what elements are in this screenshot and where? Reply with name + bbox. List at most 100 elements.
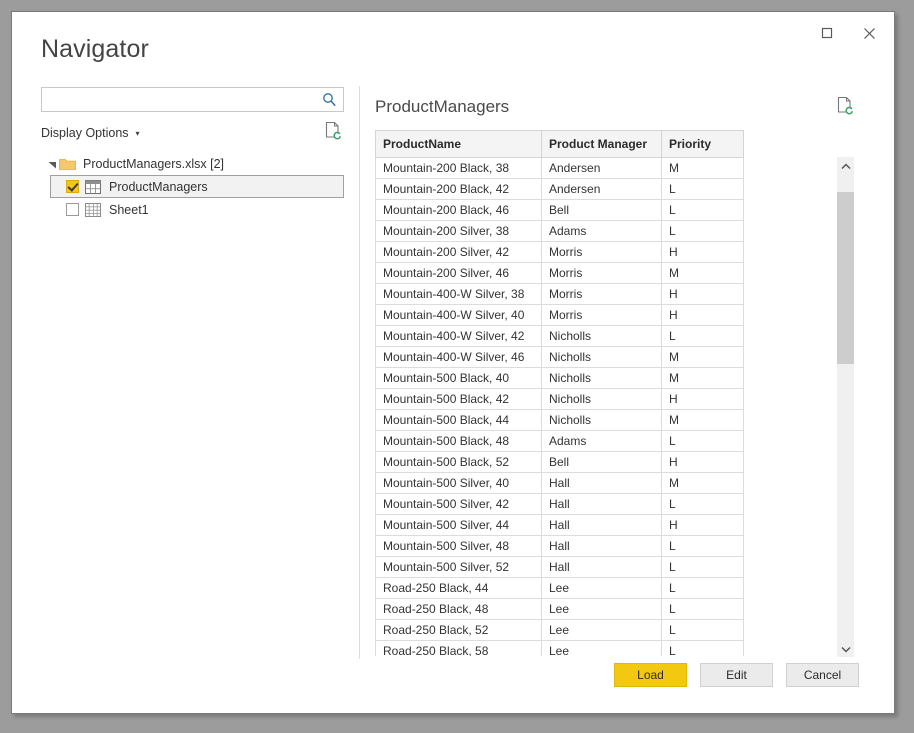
table-cell: M <box>662 473 744 494</box>
maximize-button[interactable] <box>806 18 848 48</box>
table-row[interactable]: Mountain-200 Silver, 42MorrisH <box>376 242 744 263</box>
screen: Navigator Display Options ▾ <box>0 0 914 733</box>
table-cell: Mountain-500 Black, 48 <box>376 431 542 452</box>
tree-node-productmanagers-label: ProductManagers <box>109 180 208 194</box>
table-row[interactable]: Road-250 Black, 52LeeL <box>376 620 744 641</box>
display-options-label[interactable]: Display Options <box>41 126 129 140</box>
scroll-down-button[interactable] <box>837 640 854 657</box>
table-row[interactable]: Mountain-400-W Silver, 40MorrisH <box>376 305 744 326</box>
table-cell: Lee <box>542 599 662 620</box>
table-cell: Road-250 Black, 44 <box>376 578 542 599</box>
table-row[interactable]: Mountain-500 Black, 48AdamsL <box>376 431 744 452</box>
table-cell: Nicholls <box>542 326 662 347</box>
table-cell: M <box>662 347 744 368</box>
table-row[interactable]: Mountain-500 Black, 44NichollsM <box>376 410 744 431</box>
folder-icon <box>59 157 76 171</box>
navigation-tree: ProductManagers.xlsx [2] ProductManag <box>41 153 344 221</box>
table-cell: L <box>662 494 744 515</box>
checkbox-productmanagers[interactable] <box>66 180 79 193</box>
table-row[interactable]: Mountain-500 Black, 40NichollsM <box>376 368 744 389</box>
table-cell: Nicholls <box>542 410 662 431</box>
search-icon[interactable] <box>321 91 338 108</box>
table-cell: Hall <box>542 494 662 515</box>
table-row[interactable]: Road-250 Black, 48LeeL <box>376 599 744 620</box>
table-row[interactable]: Mountain-200 Black, 42AndersenL <box>376 179 744 200</box>
table-row[interactable]: Mountain-500 Silver, 52HallL <box>376 557 744 578</box>
edit-button[interactable]: Edit <box>700 663 773 687</box>
table-cell: L <box>662 221 744 242</box>
preview-grid[interactable]: ProductName Product Manager Priority Mou… <box>375 130 745 656</box>
table-cell: Mountain-500 Silver, 44 <box>376 515 542 536</box>
table-cell: Lee <box>542 641 662 657</box>
table-cell: Lee <box>542 578 662 599</box>
expander-collapse-icon[interactable] <box>45 157 59 171</box>
table-row[interactable]: Road-250 Black, 44LeeL <box>376 578 744 599</box>
footer-buttons: Load Edit Cancel <box>614 663 859 687</box>
table-row[interactable]: Mountain-200 Black, 46BellL <box>376 200 744 221</box>
table-cell: Mountain-500 Silver, 40 <box>376 473 542 494</box>
close-icon <box>863 27 876 40</box>
table-row[interactable]: Mountain-500 Silver, 40HallM <box>376 473 744 494</box>
table-cell: Andersen <box>542 179 662 200</box>
table-cell: Nicholls <box>542 368 662 389</box>
search-box[interactable] <box>41 87 344 112</box>
column-header-priority[interactable]: Priority <box>662 131 744 158</box>
scrollbar-thumb[interactable] <box>837 192 854 364</box>
table-cell: L <box>662 578 744 599</box>
table-cell: Mountain-200 Silver, 42 <box>376 242 542 263</box>
navigator-dialog: Navigator Display Options ▾ <box>11 11 895 714</box>
preview-scrollbar[interactable] <box>837 157 854 657</box>
table-row[interactable]: Mountain-500 Silver, 48HallL <box>376 536 744 557</box>
table-cell: L <box>662 557 744 578</box>
table-row[interactable]: Mountain-200 Black, 38AndersenM <box>376 158 744 179</box>
table-cell: Morris <box>542 263 662 284</box>
table-cell: H <box>662 305 744 326</box>
table-row[interactable]: Road-250 Black, 58LeeL <box>376 641 744 657</box>
table-row[interactable]: Mountain-500 Black, 52BellH <box>376 452 744 473</box>
table-cell: Mountain-200 Black, 46 <box>376 200 542 221</box>
tree-node-productmanagers[interactable]: ProductManagers <box>50 175 344 198</box>
table-cell: Hall <box>542 515 662 536</box>
table-cell: Bell <box>542 452 662 473</box>
table-cell: Lee <box>542 620 662 641</box>
table-cell: Morris <box>542 284 662 305</box>
checkbox-sheet1[interactable] <box>66 203 79 216</box>
preview-title: ProductManagers <box>375 97 509 117</box>
column-header-productname[interactable]: ProductName <box>376 131 542 158</box>
table-cell: L <box>662 641 744 657</box>
table-cell: Mountain-500 Silver, 48 <box>376 536 542 557</box>
column-header-productmanager[interactable]: Product Manager <box>542 131 662 158</box>
table-row[interactable]: Mountain-500 Black, 42NichollsH <box>376 389 744 410</box>
table-cell: L <box>662 599 744 620</box>
tree-node-sheet1-label: Sheet1 <box>109 203 149 217</box>
table-row[interactable]: Mountain-400-W Silver, 42NichollsL <box>376 326 744 347</box>
table-row[interactable]: Mountain-200 Silver, 46MorrisM <box>376 263 744 284</box>
table-cell: Mountain-500 Black, 42 <box>376 389 542 410</box>
tree-node-workbook[interactable]: ProductManagers.xlsx [2] <box>41 153 344 175</box>
table-cell: Mountain-200 Silver, 38 <box>376 221 542 242</box>
load-button[interactable]: Load <box>614 663 687 687</box>
table-row[interactable]: Mountain-400-W Silver, 46NichollsM <box>376 347 744 368</box>
table-cell: Road-250 Black, 58 <box>376 641 542 657</box>
preview-refresh-icon[interactable] <box>836 96 854 116</box>
search-input[interactable] <box>42 88 318 111</box>
close-button[interactable] <box>848 18 890 48</box>
table-row[interactable]: Mountain-200 Silver, 38AdamsL <box>376 221 744 242</box>
cancel-button[interactable]: Cancel <box>786 663 859 687</box>
table-icon <box>85 180 101 194</box>
table-cell: L <box>662 536 744 557</box>
table-row[interactable]: Mountain-500 Silver, 44HallH <box>376 515 744 536</box>
table-cell: Mountain-400-W Silver, 46 <box>376 347 542 368</box>
table-cell: H <box>662 389 744 410</box>
refresh-document-icon[interactable] <box>324 121 342 141</box>
scroll-up-button[interactable] <box>837 157 854 174</box>
table-cell: Hall <box>542 473 662 494</box>
preview-table: ProductName Product Manager Priority Mou… <box>375 130 744 656</box>
table-cell: Mountain-500 Black, 52 <box>376 452 542 473</box>
page-title: Navigator <box>41 35 149 64</box>
table-row[interactable]: Mountain-500 Silver, 42HallL <box>376 494 744 515</box>
tree-node-sheet1[interactable]: Sheet1 <box>41 198 344 221</box>
tree-node-workbook-label: ProductManagers.xlsx [2] <box>83 157 224 171</box>
chevron-down-icon[interactable]: ▾ <box>136 130 140 138</box>
table-row[interactable]: Mountain-400-W Silver, 38MorrisH <box>376 284 744 305</box>
